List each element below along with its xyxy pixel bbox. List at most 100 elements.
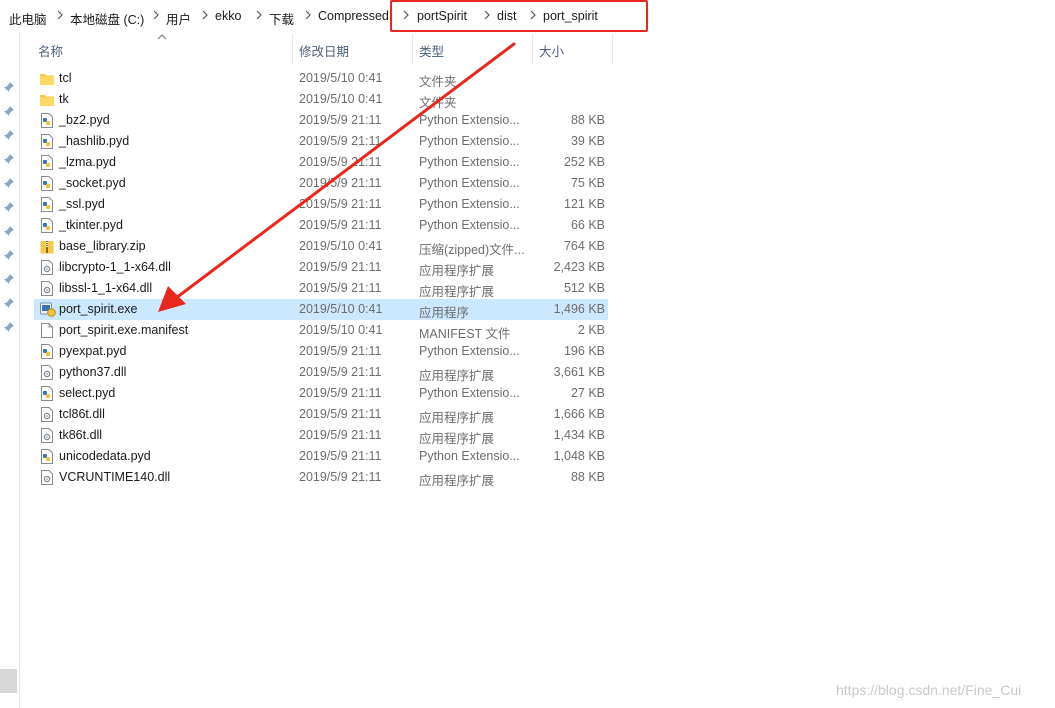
file-date: 2019/5/9 21:11 <box>299 407 382 421</box>
column-divider[interactable] <box>412 34 413 64</box>
breadcrumb-compressed[interactable]: Compressed <box>318 9 390 23</box>
file-size: 75 KB <box>570 176 605 190</box>
file-date: 2019/5/9 21:11 <box>299 428 382 442</box>
breadcrumb-downloads[interactable]: 下载 <box>269 9 294 28</box>
file-name: VCRUNTIME140.dll <box>59 470 171 484</box>
file-row[interactable]: libcrypto-1_1-x64.dll 2019/5/9 21:11 应用程序扩… <box>34 257 608 278</box>
breadcrumb-users[interactable]: 用户 <box>166 9 191 28</box>
file-name: port_spirit.exe <box>59 302 138 316</box>
file-type: Python Extensio... <box>419 176 520 190</box>
file-row[interactable]: python37.dll 2019/5/9 21:11 应用程序扩展 3,661 KB <box>34 362 608 383</box>
pin-icon[interactable] <box>3 201 15 213</box>
file-row[interactable]: _hashlib.pyd 2019/5/9 21:11 Python Extensi… <box>34 131 608 152</box>
file-row[interactable]: tk 2019/5/10 0:41 文件夹 <box>34 89 608 110</box>
file-date: 2019/5/9 21:11 <box>299 113 382 127</box>
pin-icon[interactable] <box>3 225 15 237</box>
navigation-pane[interactable] <box>0 33 20 708</box>
file-size: 1,666 KB <box>553 407 605 421</box>
column-divider[interactable] <box>532 34 533 64</box>
pin-icon[interactable] <box>3 249 15 261</box>
file-row[interactable]: _lzma.pyd 2019/5/9 21:11 Python Extensio..… <box>34 152 608 173</box>
file-size: 3,661 KB <box>553 365 605 379</box>
pin-icon[interactable] <box>3 177 15 189</box>
file-size: 39 KB <box>570 134 605 148</box>
python-file-icon <box>40 344 54 359</box>
file-size: 1,434 KB <box>553 428 605 442</box>
file-size: 2,423 KB <box>553 260 605 274</box>
file-row[interactable]: _socket.pyd 2019/5/9 21:11 Python Extensio… <box>34 173 608 194</box>
breadcrumb-local-disk[interactable]: 本地磁盘 (C:) <box>70 9 144 28</box>
pin-icon[interactable] <box>3 105 15 117</box>
file-size: 764 KB <box>563 239 605 253</box>
file-row[interactable]: tk86t.dll 2019/5/9 21:11 应用程序扩展 1,434 KB <box>34 425 608 446</box>
file-row[interactable]: port_spirit.exe 2019/5/10 0:41 应用程序 1,496 K… <box>34 299 608 320</box>
chevron-right-icon[interactable] <box>57 9 63 21</box>
file-type: 文件夹 <box>419 75 457 89</box>
file-type: MANIFEST 文件 <box>419 327 511 341</box>
pin-icon[interactable] <box>3 81 15 93</box>
chevron-right-icon[interactable] <box>153 9 159 21</box>
column-header-date[interactable]: 修改日期 <box>299 41 349 63</box>
file-type: 应用程序扩展 <box>419 432 495 446</box>
file-row[interactable]: base_library.zip 2019/5/10 0:41 压缩(zipped)… <box>34 236 608 257</box>
column-header-name[interactable]: 名称 <box>38 41 63 63</box>
sort-ascending-icon <box>157 34 167 40</box>
file-size: 121 KB <box>563 197 605 211</box>
pin-icon[interactable] <box>3 153 15 165</box>
column-divider[interactable] <box>612 34 613 64</box>
dll-icon <box>40 428 54 443</box>
file-date: 2019/5/9 21:11 <box>299 365 382 379</box>
pin-icon[interactable] <box>3 297 15 309</box>
exe-icon <box>40 302 56 317</box>
dll-icon <box>40 407 54 422</box>
file-row[interactable]: tcl86t.dll 2019/5/9 21:11 应用程序扩展 1,666 KB <box>34 404 608 425</box>
file-row[interactable]: port_spirit.exe.manifest 2019/5/10 0:41 MA… <box>34 320 608 341</box>
chevron-right-icon[interactable] <box>202 9 208 21</box>
column-header-size[interactable]: 大小 <box>539 41 564 63</box>
chevron-right-icon[interactable] <box>256 9 262 21</box>
file-row[interactable]: _tkinter.pyd 2019/5/9 21:11 Python Extensi… <box>34 215 608 236</box>
breadcrumb-this-pc[interactable]: 此电脑 <box>9 9 47 28</box>
file-name: tk <box>59 92 69 106</box>
dll-icon <box>40 260 54 275</box>
file-date: 2019/5/9 21:11 <box>299 155 382 169</box>
breadcrumb-ekko[interactable]: ekko <box>215 9 241 23</box>
column-divider[interactable] <box>292 34 293 64</box>
column-header-type[interactable]: 类型 <box>419 41 444 63</box>
pin-icon[interactable] <box>3 321 15 333</box>
dll-icon <box>40 365 54 380</box>
file-type: Python Extensio... <box>419 344 520 358</box>
file-name: libssl-1_1-x64.dll <box>59 281 153 295</box>
file-row[interactable]: unicodedata.pyd 2019/5/9 21:11 Python Exte… <box>34 446 608 467</box>
file-name: tk86t.dll <box>59 428 103 442</box>
file-row[interactable]: pyexpat.pyd 2019/5/9 21:11 Python Extensio… <box>34 341 608 362</box>
file-type: 应用程序扩展 <box>419 474 495 488</box>
file-type: 应用程序扩展 <box>419 264 495 278</box>
chevron-right-icon[interactable] <box>305 9 311 21</box>
pin-icon[interactable] <box>3 273 15 285</box>
folder-icon <box>40 92 54 107</box>
dll-icon <box>40 470 54 485</box>
file-size: 66 KB <box>570 218 605 232</box>
file-type: 应用程序扩展 <box>419 369 495 383</box>
file-row[interactable]: _bz2.pyd 2019/5/9 21:11 Python Extensio...… <box>34 110 608 131</box>
python-file-icon <box>40 386 54 401</box>
file-date: 2019/5/9 21:11 <box>299 260 382 274</box>
file-row[interactable]: _ssl.pyd 2019/5/9 21:11 Python Extensio...… <box>34 194 608 215</box>
file-row[interactable]: VCRUNTIME140.dll 2019/5/9 21:11 应用程序扩展 88 K… <box>34 467 608 488</box>
file-date: 2019/5/9 21:11 <box>299 197 382 211</box>
folder-icon <box>40 71 54 86</box>
python-file-icon <box>40 218 54 233</box>
file-row[interactable]: libssl-1_1-x64.dll 2019/5/9 21:11 应用程序扩展 51… <box>34 278 608 299</box>
file-row[interactable]: tcl 2019/5/10 0:41 文件夹 <box>34 68 608 89</box>
scrollbar-thumb[interactable] <box>0 669 17 693</box>
pin-icon[interactable] <box>3 129 15 141</box>
file-name: tcl <box>59 71 72 85</box>
file-type: Python Extensio... <box>419 113 520 127</box>
file-name: _hashlib.pyd <box>59 134 130 148</box>
file-type: 应用程序 <box>419 306 470 320</box>
python-file-icon <box>40 176 54 191</box>
file-row[interactable]: select.pyd 2019/5/9 21:11 Python Extensio.… <box>34 383 608 404</box>
file-name: _bz2.pyd <box>59 113 110 127</box>
file-date: 2019/5/9 21:11 <box>299 134 382 148</box>
